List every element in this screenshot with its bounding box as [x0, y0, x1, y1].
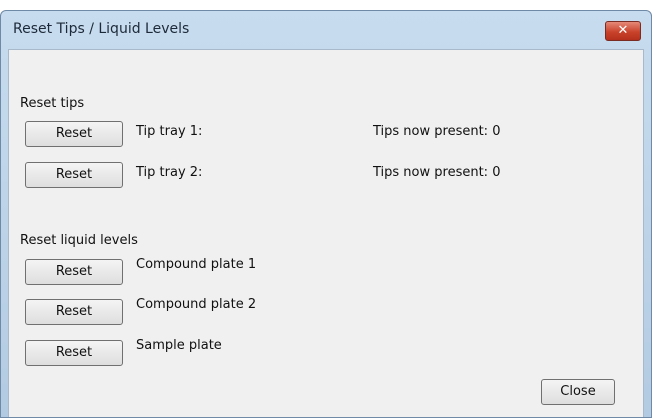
- close-button[interactable]: Close: [541, 379, 615, 405]
- reset-compound-plate-2-button[interactable]: Reset: [25, 299, 123, 325]
- window-title: Reset Tips / Liquid Levels: [13, 21, 190, 37]
- dialog-window: Reset Tips / Liquid Levels ✕ Reset tips …: [0, 10, 652, 418]
- tip-tray-1-label: Tip tray 1:: [136, 124, 203, 139]
- window-close-button[interactable]: ✕: [605, 21, 641, 41]
- tip-tray-2-label: Tip tray 2:: [136, 165, 203, 180]
- sample-plate-label: Sample plate: [136, 338, 222, 353]
- reset-liquid-levels-heading: Reset liquid levels: [20, 233, 138, 248]
- compound-plate-1-label: Compound plate 1: [136, 257, 257, 272]
- reset-sample-plate-button[interactable]: Reset: [25, 340, 123, 366]
- reset-compound-plate-1-button[interactable]: Reset: [25, 259, 123, 285]
- tip-tray-2-status: Tips now present: 0: [373, 165, 501, 180]
- compound-plate-2-label: Compound plate 2: [136, 297, 257, 312]
- tip-tray-1-status: Tips now present: 0: [373, 124, 501, 139]
- reset-tip-tray-2-button[interactable]: Reset: [25, 162, 123, 188]
- reset-tip-tray-1-button[interactable]: Reset: [25, 121, 123, 147]
- dialog-body: Reset tips Reset Tip tray 1: Tips now pr…: [8, 49, 644, 417]
- reset-tips-heading: Reset tips: [20, 96, 85, 111]
- title-bar: Reset Tips / Liquid Levels ✕: [1, 11, 651, 49]
- close-icon: ✕: [617, 23, 629, 38]
